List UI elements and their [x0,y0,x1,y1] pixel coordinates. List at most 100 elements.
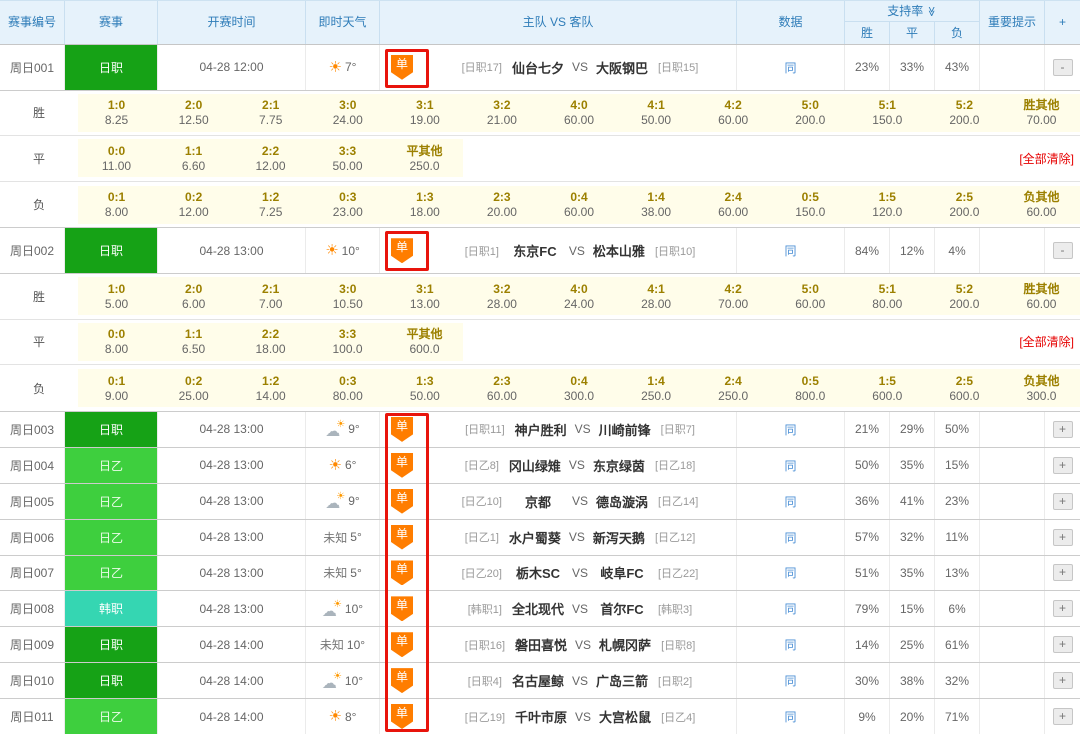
league-badge[interactable]: 日乙 [65,448,157,483]
home-team[interactable]: 磐田喜悦 [509,635,573,654]
data-link[interactable]: 同 [784,242,796,259]
data-link[interactable]: 同 [784,564,796,581]
odds-cell[interactable]: 1:214.00 [232,373,309,404]
odds-cell[interactable]: 5:060.00 [772,281,849,312]
odds-cell[interactable]: 2:212.00 [232,143,309,174]
data-link[interactable]: 同 [784,708,796,725]
odds-cell[interactable]: 4:128.00 [618,281,695,312]
toggle-odds-button[interactable]: - [1053,59,1073,76]
home-team[interactable]: 栃木SC [506,563,570,582]
odds-cell[interactable]: 0:19.00 [78,373,155,404]
odds-cell[interactable]: 1:350.00 [386,373,463,404]
league-badge[interactable]: 日职 [65,663,157,698]
toggle-odds-button[interactable]: + [1053,708,1073,725]
odds-cell[interactable]: 0:4300.0 [540,373,617,404]
toggle-odds-button[interactable]: + [1053,564,1073,581]
odds-cell[interactable]: 1:16.60 [155,143,232,174]
home-team[interactable]: 名古屋鲸 [506,671,570,690]
odds-cell[interactable]: 平其他250.0 [386,143,463,174]
odds-cell[interactable]: 4:024.00 [540,281,617,312]
clear-all-link[interactable]: [全部清除] [1019,150,1074,167]
odds-cell[interactable]: 4:270.00 [695,281,772,312]
home-team[interactable]: 千叶市原 [509,707,573,726]
clear-all-link[interactable]: [全部清除] [1019,333,1074,350]
odds-cell[interactable]: 1:5120.0 [849,189,926,220]
toggle-odds-button[interactable]: + [1053,457,1073,474]
odds-cell[interactable]: 5:180.00 [849,281,926,312]
home-team[interactable]: 东京FC [503,241,567,260]
odds-cell[interactable]: 2:17.75 [232,97,309,128]
odds-cell[interactable]: 2:460.00 [695,189,772,220]
odds-cell[interactable]: 2:17.00 [232,281,309,312]
odds-cell[interactable]: 4:060.00 [540,97,617,128]
odds-cell[interactable]: 胜其他70.00 [1003,97,1080,128]
toggle-odds-button[interactable]: + [1053,421,1073,438]
odds-cell[interactable]: 3:010.50 [309,281,386,312]
odds-cell[interactable]: 0:5150.0 [772,189,849,220]
home-team[interactable]: 神户胜利 [509,420,573,439]
away-team[interactable]: 川崎前锋 [593,420,657,439]
toggle-odds-button[interactable]: - [1053,242,1073,259]
odds-cell[interactable]: 1:05.00 [78,281,155,312]
odds-cell[interactable]: 5:0200.0 [772,97,849,128]
odds-cell[interactable]: 2:5200.0 [926,189,1003,220]
odds-cell[interactable]: 0:011.00 [78,143,155,174]
odds-cell[interactable]: 2:5600.0 [926,373,1003,404]
odds-cell[interactable]: 2:4250.0 [695,373,772,404]
header-expand-all[interactable]: + [1045,1,1080,44]
away-team[interactable]: 松本山雅 [587,241,651,260]
odds-cell[interactable]: 0:460.00 [540,189,617,220]
odds-cell[interactable]: 3:228.00 [463,281,540,312]
league-badge[interactable]: 日职 [65,228,157,273]
odds-cell[interactable]: 1:5600.0 [849,373,926,404]
odds-cell[interactable]: 0:18.00 [78,189,155,220]
away-team[interactable]: 广岛三箭 [590,671,654,690]
odds-cell[interactable]: 1:08.25 [78,97,155,128]
odds-cell[interactable]: 胜其他60.00 [1003,281,1080,312]
league-badge[interactable]: 日乙 [65,484,157,519]
away-team[interactable]: 大阪钢巴 [590,58,654,77]
odds-cell[interactable]: 1:318.00 [386,189,463,220]
odds-cell[interactable]: 0:5800.0 [772,373,849,404]
odds-cell[interactable]: 3:350.00 [309,143,386,174]
home-team[interactable]: 全北现代 [506,599,570,618]
odds-cell[interactable]: 3:221.00 [463,97,540,128]
odds-cell[interactable]: 5:2200.0 [926,281,1003,312]
data-link[interactable]: 同 [784,457,796,474]
away-team[interactable]: 札幌冈萨 [593,635,657,654]
away-team[interactable]: 岐阜FC [590,563,654,582]
away-team[interactable]: 首尔FC [590,599,654,618]
league-badge[interactable]: 韩职 [65,591,157,626]
league-badge[interactable]: 日职 [65,45,157,90]
odds-cell[interactable]: 1:16.50 [155,326,232,357]
odds-cell[interactable]: 5:1150.0 [849,97,926,128]
home-team[interactable]: 京都 [506,492,570,511]
odds-cell[interactable]: 2:320.00 [463,189,540,220]
league-badge[interactable]: 日乙 [65,520,157,555]
toggle-odds-button[interactable]: + [1053,636,1073,653]
odds-cell[interactable]: 3:119.00 [386,97,463,128]
data-link[interactable]: 同 [784,421,796,438]
away-team[interactable]: 德岛漩涡 [590,492,654,511]
odds-cell[interactable]: 2:218.00 [232,326,309,357]
odds-cell[interactable]: 平其他600.0 [386,326,463,357]
odds-cell[interactable]: 3:024.00 [309,97,386,128]
data-link[interactable]: 同 [784,672,796,689]
odds-cell[interactable]: 负其他300.0 [1003,373,1080,404]
data-link[interactable]: 同 [784,493,796,510]
odds-cell[interactable]: 3:3100.0 [309,326,386,357]
league-badge[interactable]: 日职 [65,627,157,662]
odds-cell[interactable]: 2:360.00 [463,373,540,404]
odds-cell[interactable]: 2:06.00 [155,281,232,312]
home-team[interactable]: 水户蜀葵 [503,528,567,547]
odds-cell[interactable]: 0:380.00 [309,373,386,404]
odds-cell[interactable]: 0:08.00 [78,326,155,357]
home-team[interactable]: 仙台七夕 [506,58,570,77]
home-team[interactable]: 冈山绿雉 [503,456,567,475]
data-link[interactable]: 同 [784,59,796,76]
league-badge[interactable]: 日乙 [65,699,157,734]
odds-cell[interactable]: 3:113.00 [386,281,463,312]
toggle-odds-button[interactable]: + [1053,529,1073,546]
away-team[interactable]: 大宫松鼠 [593,707,657,726]
odds-cell[interactable]: 1:27.25 [232,189,309,220]
